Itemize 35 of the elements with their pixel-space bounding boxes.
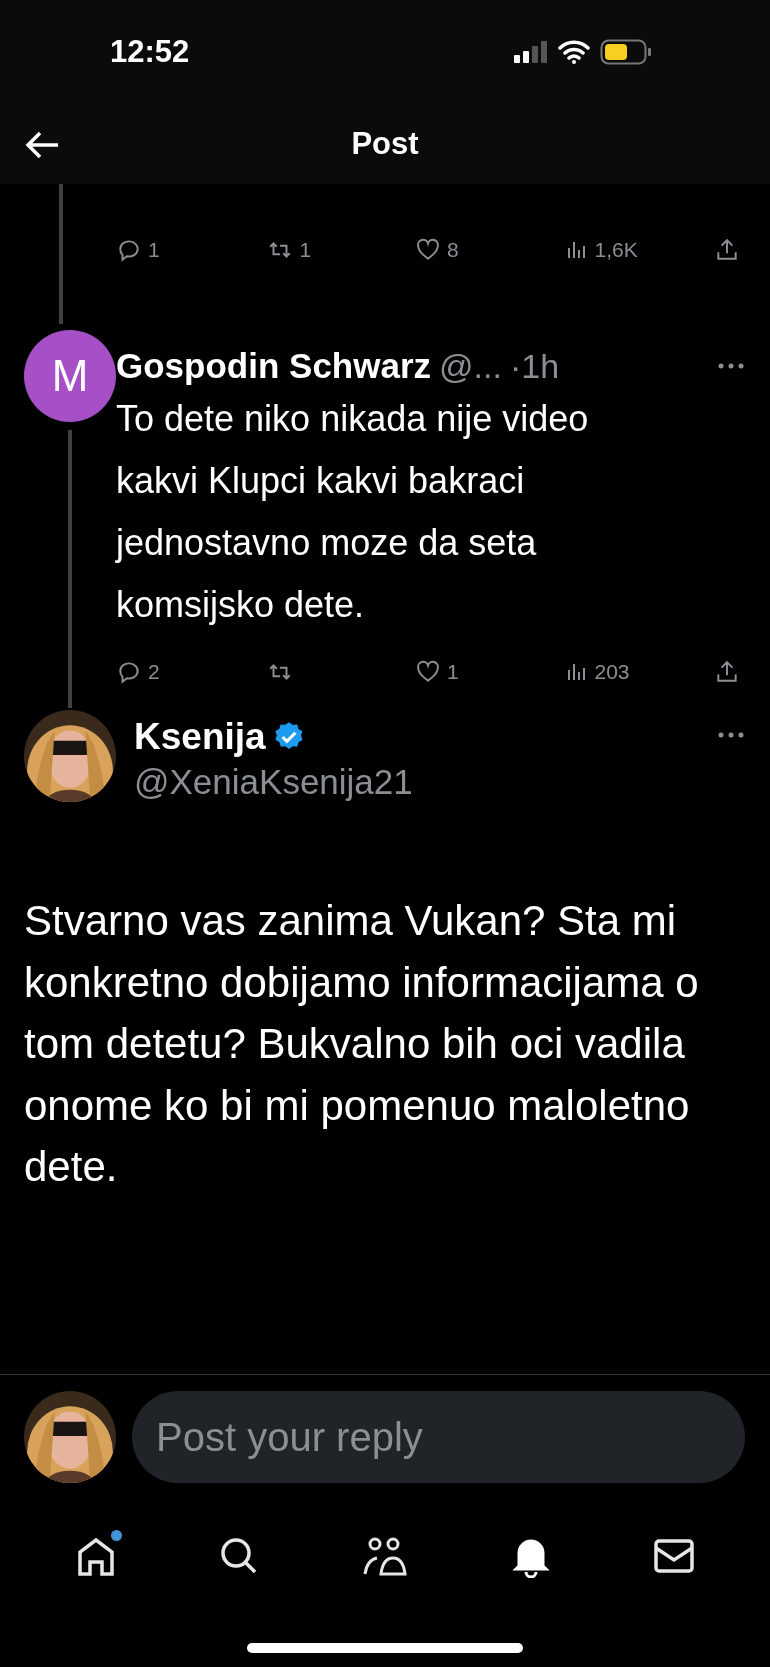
reply-count: 2	[148, 660, 160, 684]
repost-count: 1	[299, 238, 312, 262]
reply-action[interactable]: 1	[116, 237, 206, 263]
like-action[interactable]: 1	[415, 659, 505, 685]
comment-icon	[116, 237, 142, 263]
user-name: Gospodin Schwarz	[116, 346, 432, 386]
like-action[interactable]: 8	[415, 237, 505, 263]
header-title: Post	[351, 126, 419, 162]
repost-action[interactable]: 1	[265, 237, 356, 263]
share-icon[interactable]	[714, 237, 740, 263]
back-arrow-icon[interactable]	[24, 130, 60, 160]
status-time: 12:52	[110, 34, 190, 70]
user-handle: @XeniaKsenija21	[134, 762, 413, 802]
views-action[interactable]: 1,6K	[564, 238, 655, 262]
post-time: ·1h	[509, 346, 560, 386]
user-handle: @...	[439, 346, 502, 386]
views-action[interactable]: 203	[564, 660, 655, 684]
reply-action[interactable]: 2	[116, 659, 206, 685]
battery-icon	[600, 39, 652, 65]
avatar[interactable]: M	[24, 330, 116, 422]
comment-icon	[116, 659, 142, 685]
signal-icon	[514, 41, 548, 63]
reply-field[interactable]: Post your reply	[132, 1391, 745, 1483]
wifi-icon	[558, 40, 590, 64]
reply-count: 1	[148, 238, 160, 262]
user-name: Ksenija	[134, 716, 266, 758]
view-count: 1,6K	[594, 238, 638, 262]
post-text: To dete niko nikada nije video kakvi Klupci kakvi bakraci jednostavno moze da seta komsijsko dete.	[116, 397, 590, 627]
more-icon	[718, 732, 744, 738]
like-count: 8	[447, 238, 459, 262]
more-icon	[718, 363, 744, 369]
like-count: 1	[447, 660, 459, 684]
post-text: Stvarno vas zanima Vukan? Sta mi konkretno dobijamo informacijama o tom detetu? Bukvalno bih oci vadila onome ko bi mi pomenuo maloletno dete.	[23, 896, 700, 1192]
share-icon[interactable]	[714, 659, 740, 685]
view-count: 203	[594, 660, 630, 684]
